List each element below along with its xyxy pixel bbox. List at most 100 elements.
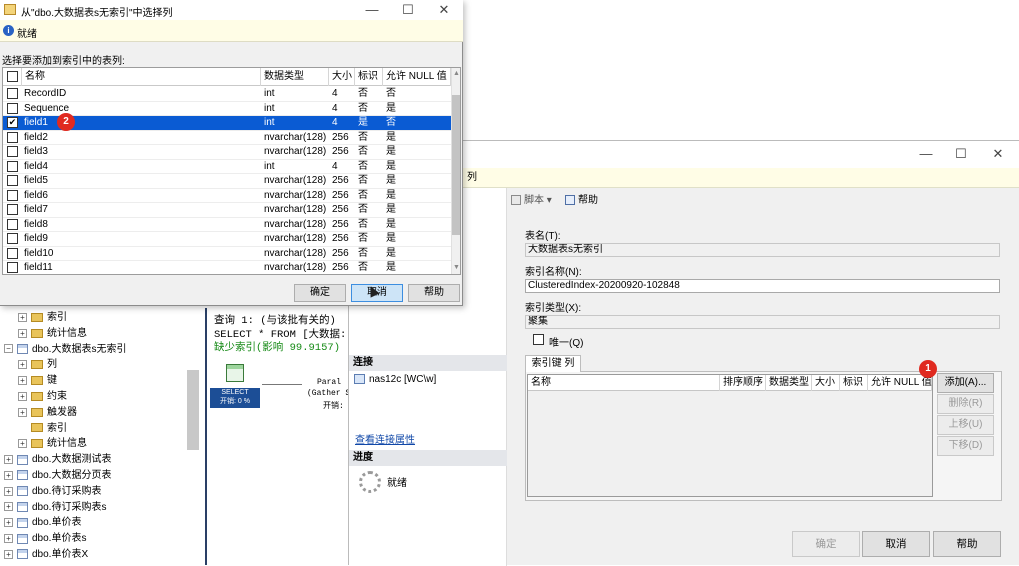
minimize-button[interactable]: — [357, 0, 387, 20]
key-column-header[interactable]: 数据类型 [766, 375, 812, 391]
cancel-button[interactable]: 取消 [862, 531, 930, 557]
key-column-header[interactable]: 大小 [812, 375, 840, 391]
expand-icon[interactable]: + [18, 360, 27, 370]
row-checkbox[interactable] [7, 160, 18, 172]
expand-icon[interactable]: + [18, 328, 27, 338]
key-column-header[interactable]: 允许 NULL 值 [868, 375, 932, 391]
tree-node[interactable]: + dbo.单价表X [4, 547, 88, 563]
maximize-button[interactable]: ☐ [946, 144, 976, 164]
column-header-identity[interactable]: 标识 [355, 68, 383, 86]
key-column-header[interactable]: 名称 [528, 375, 720, 391]
ok-button[interactable]: 确定 [294, 284, 346, 302]
remove-column-button[interactable]: 删除(R) [937, 394, 994, 414]
tree-node[interactable]: + 统计信息 [18, 326, 87, 342]
table-row[interactable]: RecordID int 4 否 否 [3, 87, 451, 102]
tree-node[interactable]: − dbo.大数据表s无索引 [4, 342, 126, 358]
key-columns-grid[interactable]: 名称 排序顺序 数据类型 大小 标识 允许 NULL 值 [527, 374, 933, 497]
expand-icon[interactable]: + [4, 470, 13, 480]
close-button[interactable]: ✕ [983, 144, 1013, 164]
tree-node[interactable]: + dbo.单价表s [4, 531, 86, 547]
tree-node[interactable]: + 约束 [18, 389, 67, 405]
tab-key-columns[interactable]: 索引键 列 [525, 355, 581, 372]
expand-icon[interactable]: + [4, 518, 13, 528]
columns-grid[interactable]: 名称 数据类型 大小 标识 允许 NULL 值 RecordID int 4 否否 Se… [2, 67, 461, 275]
table-row[interactable]: field6 nvarchar(128) 256 否 是 [3, 189, 451, 203]
expand-icon[interactable]: + [4, 549, 13, 559]
row-checkbox[interactable] [7, 146, 18, 157]
expand-icon[interactable]: + [18, 391, 27, 401]
folder-icon [31, 360, 43, 370]
expand-icon[interactable]: + [18, 439, 27, 449]
tree-node[interactable]: + 统计信息 [18, 436, 87, 452]
table-row[interactable]: field11 nvarchar(128) 256 否 是 [3, 261, 451, 274]
row-checkbox[interactable] [7, 189, 18, 201]
expand-icon[interactable]: + [18, 376, 27, 386]
step-badge-1: 1 [919, 360, 937, 378]
row-checkbox[interactable]: ✔ [7, 117, 18, 128]
table-row[interactable]: field10 nvarchar(128) 256 否 是 [3, 247, 451, 261]
tree-node[interactable]: + 键 [18, 373, 57, 389]
script-button[interactable]: 脚本 ▾ [511, 191, 552, 206]
expand-icon[interactable]: + [4, 502, 13, 512]
expand-icon[interactable]: + [4, 455, 13, 465]
column-header-nullable[interactable]: 允许 NULL 值 [383, 68, 451, 86]
expand-icon[interactable]: + [18, 407, 27, 417]
help-toolbar-button[interactable]: 帮助 [565, 191, 598, 206]
tree-node[interactable]: + 索引 [18, 310, 67, 326]
tree-scrollbar-thumb[interactable] [187, 370, 199, 450]
table-row[interactable]: field8 nvarchar(128) 256 否 是 [3, 218, 451, 232]
row-checkbox[interactable] [7, 262, 18, 273]
collapse-icon[interactable]: − [4, 344, 13, 354]
select-all-checkbox[interactable] [7, 71, 18, 82]
select-operator-icon[interactable] [226, 364, 244, 382]
maximize-button[interactable]: ☐ [393, 0, 423, 20]
tree-node[interactable]: + dbo.大数据测试表 [4, 452, 111, 468]
expand-icon[interactable]: + [4, 534, 13, 544]
row-checkbox[interactable] [7, 204, 18, 215]
grid-scrollbar-thumb[interactable] [452, 95, 460, 235]
tree-node[interactable]: + 触发器 [18, 405, 77, 421]
key-column-header[interactable]: 标识 [840, 375, 868, 391]
minimize-button[interactable]: — [911, 144, 941, 164]
tree-node[interactable]: + dbo.待订采购表 [4, 484, 101, 500]
column-header-size[interactable]: 大小 [329, 68, 355, 86]
view-connection-properties-link[interactable]: 查看连接属性 [355, 431, 415, 446]
tree-node[interactable]: + dbo.大数据分页表 [4, 468, 111, 484]
tree-node[interactable]: 索引 [18, 421, 67, 437]
expand-icon[interactable]: + [4, 486, 13, 496]
missing-index-hint[interactable]: 缺少索引(影响 99.9157) [214, 339, 340, 354]
row-checkbox[interactable] [7, 88, 18, 99]
tree-node[interactable]: + dbo.单价表 [4, 515, 81, 531]
row-checkbox[interactable] [7, 218, 18, 230]
help-button[interactable]: 帮助 [933, 531, 1001, 557]
table-row[interactable]: field4 int 4 否 是 [3, 160, 451, 174]
cell-size: 4 [332, 117, 338, 128]
move-down-button[interactable]: 下移(D) [937, 436, 994, 456]
column-header-type[interactable]: 数据类型 [261, 68, 329, 86]
tree-node[interactable]: + dbo.待订采购表s [4, 500, 106, 516]
row-checkbox[interactable] [7, 175, 18, 186]
table-row[interactable]: field5 nvarchar(128) 256 否 是 [3, 174, 451, 189]
ok-button[interactable]: 确定 [792, 531, 860, 557]
table-row[interactable]: field9 nvarchar(128) 256 否 是 [3, 232, 451, 247]
tree-node[interactable]: + 列 [18, 357, 57, 373]
index-name-input[interactable]: ClusteredIndex-20200920-102848 [525, 279, 1000, 293]
row-checkbox[interactable] [7, 247, 18, 259]
scroll-down-icon[interactable]: ▼ [453, 264, 460, 271]
column-header-name[interactable]: 名称 [22, 68, 261, 86]
unique-checkbox[interactable] [533, 334, 544, 345]
table-row[interactable]: field7 nvarchar(128) 256 否 是 [3, 203, 451, 218]
table-row[interactable]: field2 nvarchar(128) 256 否 是 [3, 131, 451, 145]
table-row[interactable]: field3 nvarchar(128) 256 否 是 [3, 145, 451, 160]
key-column-header[interactable]: 排序顺序 [720, 375, 766, 391]
move-up-button[interactable]: 上移(U) [937, 415, 994, 435]
select-operator[interactable]: SELECT 开销: 0 % [210, 388, 260, 408]
help-button[interactable]: 帮助 [408, 284, 460, 302]
close-button[interactable]: ✕ [429, 0, 459, 20]
add-column-button[interactable]: 添加(A)... [937, 373, 994, 393]
expand-icon[interactable]: + [18, 312, 27, 322]
row-checkbox[interactable] [7, 233, 18, 244]
row-checkbox[interactable] [7, 131, 18, 143]
scroll-up-icon[interactable]: ▲ [453, 70, 460, 77]
row-checkbox[interactable] [7, 102, 18, 114]
